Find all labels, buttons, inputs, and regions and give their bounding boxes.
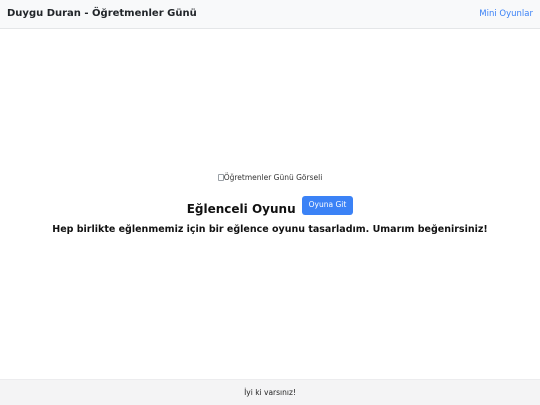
game-description: Hep birlikte eğlenmemiz için bir eğlence… — [52, 224, 488, 235]
navbar: Duygu Duran - Öğretmenler Günü Mini Oyun… — [0, 0, 540, 29]
nav-link-mini-games[interactable]: Mini Oyunlar — [479, 9, 533, 19]
game-row: Eğlenceli Oyunu Oyuna Git — [0, 195, 540, 216]
footer-text: İyi ki varsınız! — [244, 388, 296, 397]
teachers-day-image: Öğretmenler Günü Görseli — [0, 173, 540, 182]
main-content: Öğretmenler Günü Görseli Eğlenceli Oyunu… — [0, 29, 540, 379]
navbar-brand[interactable]: Duygu Duran - Öğretmenler Günü — [7, 8, 197, 19]
go-to-game-button[interactable]: Oyuna Git — [301, 196, 354, 215]
game-title: Eğlenceli Oyunu — [186, 201, 296, 216]
page: Duygu Duran - Öğretmenler Günü Mini Oyun… — [0, 0, 540, 405]
image-alt-text: Öğretmenler Günü Görseli — [223, 173, 323, 182]
footer: İyi ki varsınız! — [0, 379, 540, 405]
